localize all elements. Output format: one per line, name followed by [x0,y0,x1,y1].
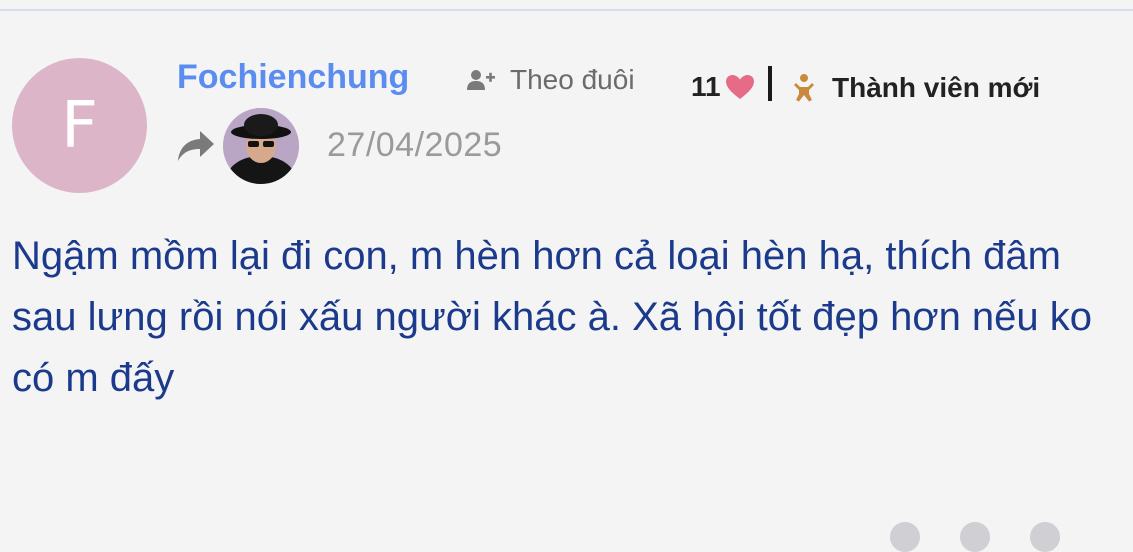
user-plus-icon [467,70,495,90]
divider [768,66,772,101]
follow-button[interactable]: Theo đuôi [466,62,635,98]
member-rank: Thành viên mới [792,70,1040,106]
likes-badge: 11 [691,70,755,104]
action-icon[interactable] [890,522,920,552]
baby-icon [794,74,814,102]
quoted-user-avatar[interactable] [223,108,299,184]
action-icon[interactable] [960,522,990,552]
quoted-user-avatar-image [223,108,299,184]
comment-body: Ngậm mồm lại đi con, m hèn hơn cả loại h… [12,234,1093,400]
author-avatar[interactable]: F [12,58,147,193]
follow-label: Theo đuôi [510,64,635,95]
post-date: 27/04/2025 [327,126,503,164]
bottom-action-bar [890,522,1133,552]
heart-icon [725,75,754,99]
top-border [0,0,1133,11]
share-arrow-icon[interactable] [176,128,216,164]
author-initial: F [61,88,98,163]
author-name-link[interactable]: Fochienchung [177,58,409,97]
rank-label: Thành viên mới [832,72,1041,103]
action-icon[interactable] [1030,522,1060,552]
likes-count: 11 [691,71,721,102]
